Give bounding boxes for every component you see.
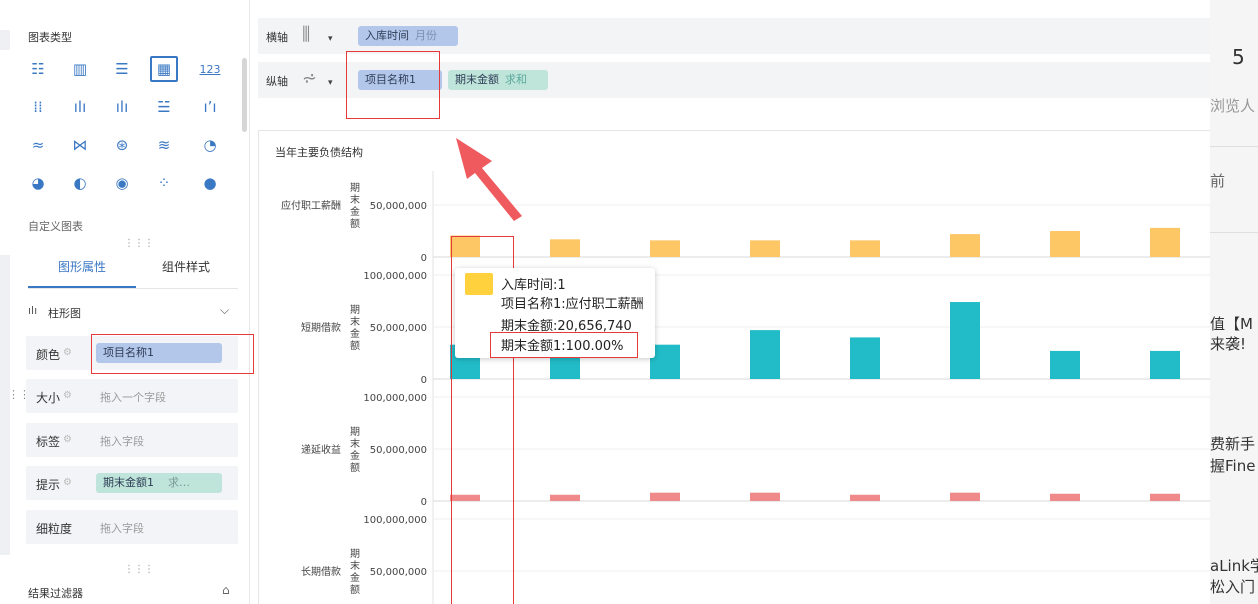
- right-divider-1: [1210, 146, 1258, 147]
- right-text-front: 前: [1210, 172, 1226, 190]
- right-divider-2: [1210, 232, 1258, 233]
- right-text-4[interactable]: 握Fine: [1210, 455, 1255, 476]
- tooltip-swatch: [465, 273, 493, 295]
- tooltip-line-time: 入库时间:1: [501, 278, 566, 293]
- annotation-box-tooltip-percent: [490, 332, 638, 358]
- right-text-3[interactable]: 费新手: [1210, 433, 1255, 454]
- tooltip-line-item: 项目名称1:应付职工薪酬: [501, 297, 644, 312]
- right-text-1[interactable]: 值【M: [1210, 313, 1253, 334]
- right-side-panel: 5 浏览人 前 值【M 来袭! 费新手 握Fine aLink学 松入门: [1210, 0, 1258, 604]
- right-text-2[interactable]: 来袭!: [1210, 333, 1246, 354]
- right-text-viewers: 浏览人: [1210, 97, 1256, 115]
- right-text-6[interactable]: 松入门: [1210, 576, 1255, 597]
- app-root: 图表类型 ☷ ▥ ☰ ▦ 123 ⁞⁞ ılı ılı ☱ ıʼı ≈ ⋈ ⊛ ≋ ◔ ◕ ◐ ◉ ⁘ ● 自定义图表…: [0, 0, 1258, 604]
- right-text-count: 5: [1232, 45, 1245, 69]
- right-text-5[interactable]: aLink学: [1210, 555, 1258, 576]
- annotation-arrow-icon: [456, 138, 522, 221]
